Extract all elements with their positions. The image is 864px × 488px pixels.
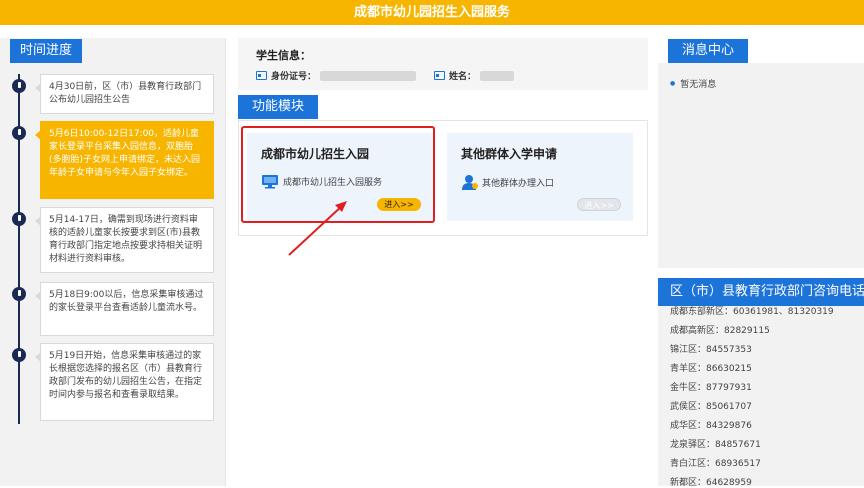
id-card-icon [256,71,267,80]
timeline-marker-icon [12,126,26,140]
id-number-redacted [320,70,417,81]
phones-box: 区（市）县教育行政部门咨询电话 成都东部新区：60361981、81320319… [658,278,864,488]
name-redacted [480,70,515,81]
timeline-item: 5月14-17日，确需到现场进行资料审核的适龄儿童家长按要求到区(市)县教育行政… [35,207,214,273]
student-info-box: 学生信息： 身份证号： 姓名： [238,38,648,90]
phones-title: 区（市）县教育行政部门咨询电话 [658,278,864,306]
enter-button-other-groups[interactable]: 进入>> [577,198,621,211]
phone-row: 武侯区：85061707 [670,402,752,412]
timeline-item: 4月30日前，区（市）县教育行政部门公布幼儿园招生公告 [35,74,214,114]
phone-row: 成华区：84329876 [670,421,752,431]
id-number-label: 身份证号： [271,72,317,82]
name-card-icon [434,71,445,80]
name-field: 姓名： [434,69,515,82]
phone-row: 成都东部新区：60361981、81320319 [670,307,834,317]
phone-row: 龙泉驿区：84857671 [670,440,761,450]
timeline-marker-icon [12,212,26,226]
module-card-other-groups[interactable]: 其他群体入学申请 其他群体办理入口 进入>> [447,133,633,221]
id-number-field: 身份证号： [256,69,417,82]
timeline-title: 时间进度 [10,39,83,63]
timeline-item: 5月19日开始，信息采集审核通过的家长根据您选择的报名区（市）县教育行政部门发布… [35,343,214,421]
timeline-marker-icon [12,348,26,362]
phone-row: 锦江区：84557353 [670,345,752,355]
timeline-marker-icon [12,287,26,301]
module-card-title: 其他群体入学申请 [461,147,558,161]
name-label: 姓名： [449,72,477,82]
timeline-item: 5月18日9:00以后，信息采集审核通过的家长登录平台查看适龄儿童流水号。 [35,282,214,336]
modules-title: 功能模块 [238,95,319,119]
student-info-title: 学生信息： [256,49,311,62]
module-card-subtitle: 其他群体办理入口 [461,174,554,190]
phone-row: 青羊区：86630215 [670,364,752,374]
module-card-sub-label: 其他群体办理入口 [482,178,555,189]
timeline-item-active: 5月6日10:00-12日17:00，适龄儿童家长登录平台采集入园信息，双胞胎(… [35,121,214,199]
messages-box: 暂无消息 [658,63,864,268]
phone-row: 青白江区：68936517 [670,459,761,469]
message-item: 暂无消息 [670,77,716,90]
messages-title: 消息中心 [668,39,749,63]
phone-row: 新都区：64628959 [670,478,752,488]
phone-row: 成都高新区：82829115 [670,326,770,336]
phone-row: 金牛区：87797931 [670,383,752,393]
user-icon [462,175,478,190]
timeline-marker-icon [12,79,26,93]
page-title: 成都市幼儿园招生入园服务 [353,5,510,20]
pointer-arrow-icon [288,201,347,256]
page-header: 成都市幼儿园招生入园服务 [0,0,864,25]
